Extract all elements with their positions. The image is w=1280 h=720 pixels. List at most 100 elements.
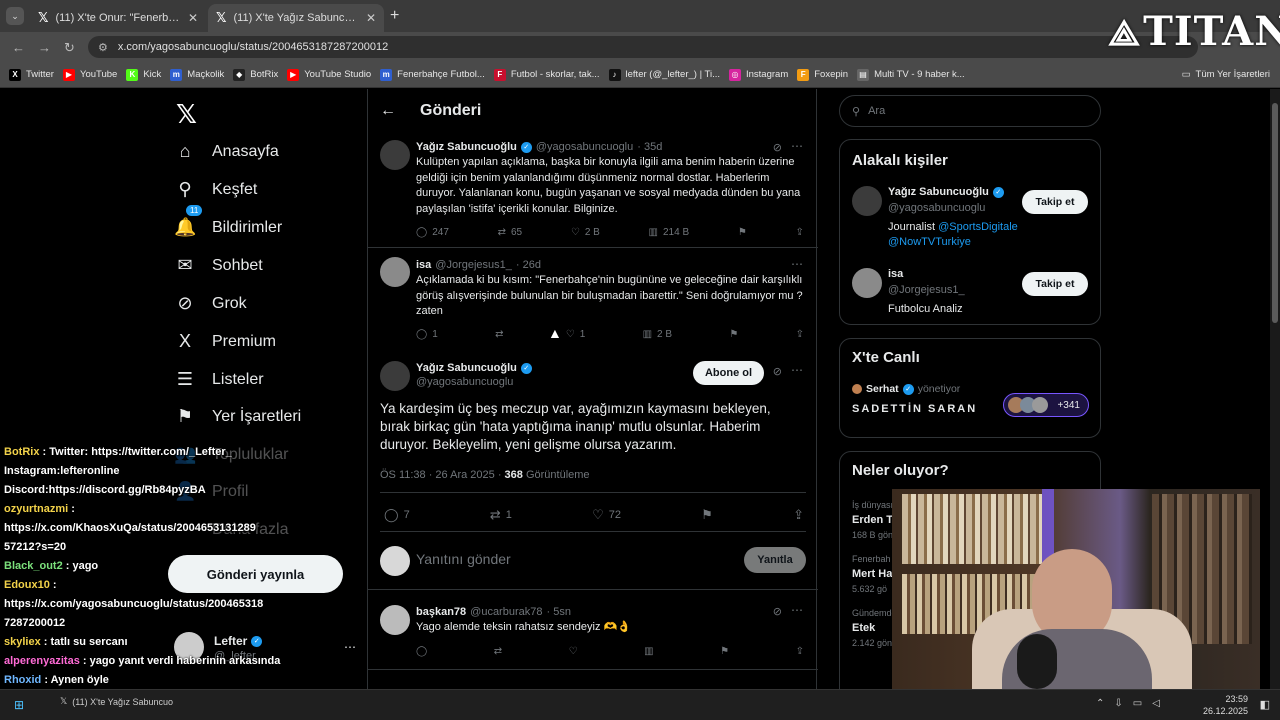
grok-icon[interactable]: ⊘ <box>773 605 782 618</box>
reload-icon[interactable]: ↻ <box>64 40 75 56</box>
trend-name[interactable]: Etek <box>852 622 875 634</box>
bookmark-button[interactable]: ⚑ <box>729 329 738 340</box>
follow-button[interactable]: Takip et <box>1022 190 1088 214</box>
new-tab-button[interactable]: + <box>390 7 399 25</box>
share-button[interactable]: ⇪ <box>796 329 804 340</box>
tab-close-icon[interactable]: ✕ <box>366 11 376 25</box>
reply-input[interactable]: Yanıtını gönder <box>416 551 511 567</box>
repost-button[interactable]: ⇄ <box>494 646 502 657</box>
author-handle[interactable]: @Jorgejesus1_ <box>435 259 512 271</box>
live-listeners[interactable]: +341 <box>1003 393 1089 417</box>
author-handle[interactable]: @yagosabuncuoglu <box>536 141 633 153</box>
person-name[interactable]: Yağız Sabuncuoğlu <box>888 186 989 198</box>
more-icon[interactable]: ⋯ <box>344 640 356 654</box>
bookmark-item[interactable]: ♪ lefter (@_lefter_) | Ti... <box>608 68 720 81</box>
like-button[interactable]: ♡ 1 <box>566 329 586 340</box>
nav-item-ke-fet[interactable]: ⚲ Keşfet <box>174 179 257 200</box>
start-icon[interactable]: ⊞ <box>14 698 24 712</box>
avatar[interactable] <box>852 268 882 298</box>
bookmark-item[interactable]: m Fenerbahçe Futbol... <box>380 68 485 81</box>
browser-tab-yagiz[interactable]: 𝕏 (11) X'te Yağız Sabuncuoğlu: "( ✕ <box>208 4 384 32</box>
bookmark-button[interactable]: ⚑ <box>738 227 747 238</box>
bookmark-item[interactable]: ▤ Multi TV - 9 haber k... <box>857 68 965 81</box>
live-host[interactable]: Serhat ✓ yönetiyor <box>852 383 960 395</box>
share-button[interactable]: ⇪ <box>793 507 804 523</box>
nav-item-listeler[interactable]: ☰ Listeler <box>174 369 264 390</box>
author-name[interactable]: başkan78 <box>416 606 466 618</box>
avatar[interactable] <box>380 605 410 635</box>
page-scrollbar[interactable] <box>1270 89 1280 689</box>
taskbar-clock[interactable]: 23:59 26.12.2025 <box>1203 693 1248 717</box>
more-icon[interactable]: ⋯ <box>791 603 804 617</box>
author-name[interactable]: isa <box>416 259 431 271</box>
mention-link[interactable]: @SportsDigitale <box>938 221 1018 233</box>
bookmark-item[interactable]: F Foxepin <box>797 68 848 81</box>
repost-button[interactable]: ⇄ 65 <box>498 227 523 238</box>
like-button[interactable]: ♡ <box>569 646 578 657</box>
nav-item-premium[interactable]: X Premium <box>174 331 276 352</box>
views-button[interactable]: ▥ <box>644 646 653 657</box>
tab-close-icon[interactable]: ✕ <box>188 11 198 25</box>
like-button[interactable]: ♡ 72 <box>592 507 621 523</box>
browser-tab-onur[interactable]: 𝕏 (11) X'te Onur: "Fenerbahçe'nin ✕ <box>30 4 206 32</box>
bookmark-item[interactable]: F Futbol - skorlar, tak... <box>493 68 600 81</box>
bookmark-button[interactable]: ⚑ <box>701 507 713 523</box>
repost-button[interactable]: ⇄ 1 <box>490 507 512 523</box>
download-icon[interactable]: ⇩ <box>1114 698 1122 709</box>
more-icon[interactable]: ⋯ <box>791 257 804 271</box>
nav-item-bildirimler[interactable]: 🔔 Bildirimler 11 <box>174 205 282 238</box>
more-icon[interactable]: ⋯ <box>791 363 804 377</box>
nav-item-yer-i-aretleri[interactable]: ⚑ Yer İşaretleri <box>174 406 301 427</box>
avatar[interactable] <box>380 361 410 391</box>
nav-item-grok[interactable]: ⊘ Grok <box>174 293 246 314</box>
volume-icon[interactable]: ◁ <box>1152 698 1160 709</box>
reply-submit-button[interactable]: Yanıtla <box>744 547 806 573</box>
mention-link[interactable]: @NowTVTurkiye <box>888 236 971 248</box>
grok-icon[interactable]: ⊘ <box>773 365 782 378</box>
tab-search-button[interactable]: ⌄ <box>6 7 24 25</box>
x-logo-icon[interactable]: 𝕏 <box>176 99 197 130</box>
tweet-timestamp[interactable]: ÖS 11:38 · 26 Ara 2025 · <box>380 469 505 481</box>
more-icon[interactable]: ⋯ <box>791 139 804 153</box>
reply-button[interactable]: ◯ <box>416 646 427 657</box>
share-button[interactable]: ⇪ <box>796 646 804 657</box>
repost-button[interactable]: ⇄ <box>495 329 508 340</box>
like-button[interactable]: ♡ 2 B <box>571 227 600 238</box>
reply-button[interactable]: ◯ 247 <box>416 227 449 238</box>
nav-item-anasayfa[interactable]: ⌂ Anasayfa <box>174 141 279 162</box>
bookmark-item[interactable]: ◆ BotRix <box>233 68 278 81</box>
taskbar-browser-item[interactable]: 𝕏 (11) X'te Yağız Sabuncuo <box>60 696 173 707</box>
bookmark-item[interactable]: K Kick <box>126 68 161 81</box>
bookmark-item[interactable]: ◎ Instagram <box>729 68 788 81</box>
person-handle[interactable]: @yagosabuncuoglu <box>888 202 985 214</box>
avatar[interactable] <box>380 140 410 170</box>
notification-icon[interactable]: ◧ <box>1260 698 1270 711</box>
bookmark-item[interactable]: ▶ YouTube <box>62 68 117 81</box>
reply-button[interactable]: ◯ 1 <box>416 329 438 340</box>
avatar[interactable] <box>852 186 882 216</box>
all-bookmarks[interactable]: ▭ Tüm Yer İşaretleri <box>1182 69 1270 80</box>
chevron-up-icon[interactable]: ⌃ <box>1096 698 1104 709</box>
bookmark-item[interactable]: m Maçkolik <box>170 68 224 81</box>
author-handle[interactable]: @ucarburak78 <box>470 606 542 618</box>
nav-item-sohbet[interactable]: ✉ Sohbet <box>174 255 262 276</box>
network-icon[interactable]: ▭ <box>1133 698 1142 709</box>
bookmark-item[interactable]: ▶ YouTube Studio <box>287 68 371 81</box>
site-info-icon[interactable]: ⚙ <box>98 41 108 54</box>
author-name[interactable]: Yağız Sabuncuoğlu <box>416 141 517 153</box>
share-button[interactable]: ⇪ <box>796 227 804 238</box>
grok-icon[interactable]: ⊘ <box>773 141 782 154</box>
avatar[interactable] <box>380 257 410 287</box>
back-icon[interactable]: ← <box>12 40 25 55</box>
follow-button[interactable]: Takip et <box>1022 272 1088 296</box>
person-handle[interactable]: @Jorgejesus1_ <box>888 284 965 296</box>
views-button[interactable]: ▥ 214 B <box>649 227 690 238</box>
scrollbar-thumb[interactable] <box>1272 103 1278 323</box>
forward-icon[interactable]: → <box>38 40 51 55</box>
bookmark-button[interactable]: ⚑ <box>720 646 729 657</box>
trend-name[interactable]: Mert Ha <box>852 568 892 580</box>
views-button[interactable]: ▥ 2 B <box>643 329 672 340</box>
person-name[interactable]: isa <box>888 268 903 280</box>
author-name[interactable]: Yağız Sabuncuoğlu <box>416 362 517 374</box>
subscribe-button[interactable]: Abone ol <box>693 361 764 385</box>
